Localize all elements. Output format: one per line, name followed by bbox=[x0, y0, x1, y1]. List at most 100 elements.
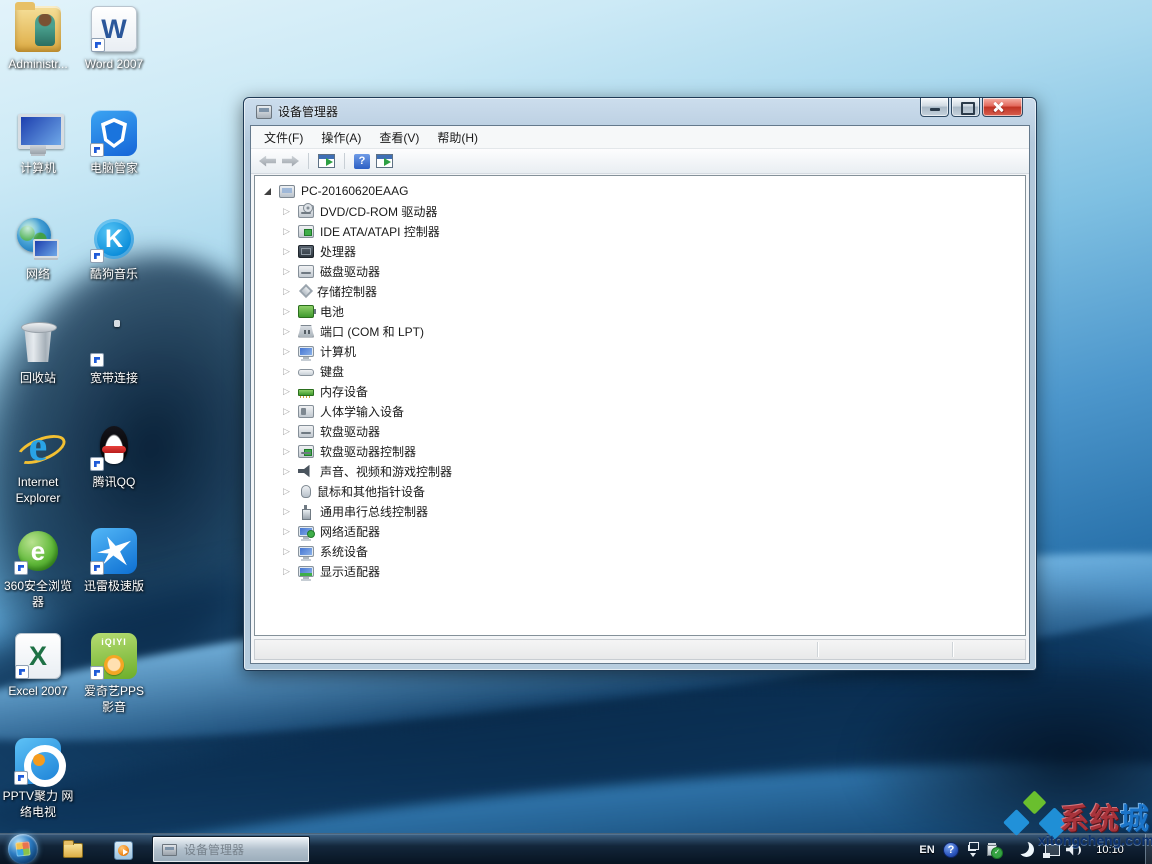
sound-icon bbox=[298, 465, 314, 478]
expand-collapsed-icon[interactable]: ▷ bbox=[283, 227, 290, 236]
show-desktop-button[interactable] bbox=[1145, 834, 1152, 864]
media-player-taskbar-button[interactable] bbox=[110, 839, 136, 861]
360-icon: e bbox=[15, 528, 61, 574]
expand-collapsed-icon[interactable]: ▷ bbox=[283, 207, 290, 216]
expand-collapsed-icon[interactable]: ▷ bbox=[283, 567, 290, 576]
device-tree-item-sys[interactable]: ▷ 系统设备 bbox=[255, 541, 1025, 561]
expand-expanded-icon[interactable] bbox=[264, 188, 271, 195]
menu-item[interactable]: 文件(F) bbox=[255, 126, 312, 149]
toolbar: ? bbox=[251, 149, 1029, 174]
clock[interactable]: 10:10 bbox=[1090, 834, 1130, 864]
network-tray-icon[interactable] bbox=[1042, 834, 1062, 864]
desktop-icon-xunlei[interactable]: 迅雷极速版 bbox=[78, 528, 150, 594]
expand-collapsed-icon[interactable]: ▷ bbox=[283, 507, 290, 516]
recycle-icon bbox=[15, 320, 61, 366]
desktop-icon-broadband[interactable]: 宽带连接 bbox=[78, 320, 150, 386]
device-tree-item-dvd[interactable]: ▷ DVD/CD-ROM 驱动器 bbox=[255, 201, 1025, 221]
expand-collapsed-icon[interactable]: ▷ bbox=[283, 407, 290, 416]
device-tree-item-monitor[interactable]: ▷ 计算机 bbox=[255, 341, 1025, 361]
desktop-icon-label: 宽带连接 bbox=[78, 370, 150, 386]
language-indicator[interactable]: EN bbox=[915, 834, 939, 864]
monitor-icon bbox=[298, 346, 314, 357]
device-tree-item-usb[interactable]: ▷ 通用串行总线控制器 bbox=[255, 501, 1025, 521]
expand-collapsed-icon[interactable]: ▷ bbox=[283, 327, 290, 336]
admin-icon bbox=[15, 6, 61, 52]
toolbar-separator bbox=[344, 153, 345, 169]
help-tray-icon[interactable]: ? bbox=[940, 834, 962, 864]
console-window-icon[interactable] bbox=[318, 154, 335, 168]
mouse-icon bbox=[301, 485, 311, 498]
clock-label: 10:10 bbox=[1096, 844, 1124, 856]
computer-icon bbox=[279, 185, 295, 198]
device-tree-item-net[interactable]: ▷ 网络适配器 bbox=[255, 521, 1025, 541]
device-tree-item-memory[interactable]: ▷ 内存设备 bbox=[255, 381, 1025, 401]
device-tree-item-keyboard[interactable]: ▷ 键盘 bbox=[255, 361, 1025, 381]
start-button[interactable] bbox=[8, 834, 38, 864]
hidden-icons-button[interactable] bbox=[964, 834, 982, 864]
menu-item[interactable]: 帮助(H) bbox=[428, 126, 487, 149]
expand-collapsed-icon[interactable]: ▷ bbox=[283, 387, 290, 396]
desktop: Administr... W Word 2007 计算机 电脑管家 网络 K 酷… bbox=[0, 0, 1152, 864]
desktop-icon-computer[interactable]: 计算机 bbox=[2, 110, 74, 176]
desktop-icon-kugou[interactable]: K 酷狗音乐 bbox=[78, 216, 150, 282]
desktop-icon-360[interactable]: e 360安全浏览器 bbox=[2, 528, 74, 610]
desktop-icon-pptv[interactable]: PPTV聚力 网络电视 bbox=[2, 738, 74, 820]
menu-bar: 文件(F)操作(A)查看(V)帮助(H) bbox=[251, 126, 1029, 149]
device-tree-item-battery[interactable]: ▷ 电池 bbox=[255, 301, 1025, 321]
show-window-icon[interactable] bbox=[376, 154, 393, 168]
expand-collapsed-icon[interactable]: ▷ bbox=[283, 547, 290, 556]
menu-item[interactable]: 查看(V) bbox=[370, 126, 428, 149]
device-tree-item-hid[interactable]: ▷ 人体学输入设备 bbox=[255, 401, 1025, 421]
expand-collapsed-icon[interactable]: ▷ bbox=[283, 467, 290, 476]
help-icon[interactable]: ? bbox=[354, 154, 370, 169]
desktop-icon-qq[interactable]: 腾讯QQ bbox=[78, 424, 150, 490]
device-tree-item-mouse[interactable]: ▷ 鼠标和其他指针设备 bbox=[255, 481, 1025, 501]
desktop-icon-excel[interactable]: X Excel 2007 bbox=[2, 633, 74, 699]
desktop-icon-ie[interactable]: e Internet Explorer bbox=[2, 424, 74, 506]
expand-collapsed-icon[interactable]: ▷ bbox=[283, 527, 290, 536]
menu-item[interactable]: 操作(A) bbox=[312, 126, 370, 149]
expand-collapsed-icon[interactable]: ▷ bbox=[283, 347, 290, 356]
expand-collapsed-icon[interactable]: ▷ bbox=[283, 287, 290, 296]
device-tree-item-floppy[interactable]: ▷ 软盘驱动器 bbox=[255, 421, 1025, 441]
device-tree-item-floppyctl[interactable]: ▷ 软盘驱动器控制器 bbox=[255, 441, 1025, 461]
device-tree-item-sound[interactable]: ▷ 声音、视频和游戏控制器 bbox=[255, 461, 1025, 481]
usb-tray-icon[interactable] bbox=[982, 834, 1004, 864]
desktop-icon-iqiyi[interactable]: iQIYI 爱奇艺PPS 影音 bbox=[78, 633, 150, 715]
device-tree-item-disk[interactable]: ▷ 磁盘驱动器 bbox=[255, 261, 1025, 281]
expand-collapsed-icon[interactable]: ▷ bbox=[283, 487, 290, 496]
expand-collapsed-icon[interactable]: ▷ bbox=[283, 247, 290, 256]
volume-tray-icon[interactable] bbox=[1064, 834, 1084, 864]
maximize-button[interactable] bbox=[951, 98, 980, 117]
floppy-icon bbox=[298, 425, 314, 438]
expand-collapsed-icon[interactable]: ▷ bbox=[283, 447, 290, 456]
desktop-icon-word[interactable]: W Word 2007 bbox=[78, 6, 150, 72]
crescent-tray-icon[interactable] bbox=[1016, 834, 1036, 864]
expand-collapsed-icon[interactable]: ▷ bbox=[283, 367, 290, 376]
display-icon bbox=[298, 566, 314, 577]
device-manager-task-button[interactable]: 设备管理器 bbox=[152, 836, 310, 863]
minimize-button[interactable] bbox=[920, 98, 949, 117]
device-tree-item-display[interactable]: ▷ 显示适配器 bbox=[255, 561, 1025, 581]
desktop-icon-guanjia[interactable]: 电脑管家 bbox=[78, 110, 150, 176]
window-titlebar[interactable]: 设备管理器 bbox=[244, 98, 1036, 125]
port-icon bbox=[298, 325, 314, 338]
desktop-icon-label: Administr... bbox=[2, 56, 74, 72]
device-tree-root[interactable]: PC-20160620EAAG bbox=[255, 181, 1025, 201]
device-tree-item-ide[interactable]: ▷ IDE ATA/ATAPI 控制器 bbox=[255, 221, 1025, 241]
expand-collapsed-icon[interactable]: ▷ bbox=[283, 267, 290, 276]
device-tree-item-port[interactable]: ▷ 端口 (COM 和 LPT) bbox=[255, 321, 1025, 341]
statusbar-divider bbox=[952, 642, 953, 657]
desktop-icon-recycle[interactable]: 回收站 bbox=[2, 320, 74, 386]
desktop-icon-admin[interactable]: Administr... bbox=[2, 6, 74, 72]
expand-collapsed-icon[interactable]: ▷ bbox=[283, 307, 290, 316]
close-button[interactable] bbox=[982, 98, 1023, 117]
forward-arrow-icon[interactable] bbox=[282, 156, 299, 167]
desktop-icon-network[interactable]: 网络 bbox=[2, 216, 74, 282]
explorer-taskbar-button[interactable] bbox=[60, 839, 86, 861]
device-tree-item-cpu[interactable]: ▷ 处理器 bbox=[255, 241, 1025, 261]
back-arrow-icon[interactable] bbox=[259, 156, 276, 167]
device-tree-item-storage[interactable]: ▷ 存储控制器 bbox=[255, 281, 1025, 301]
expand-collapsed-icon[interactable]: ▷ bbox=[283, 427, 290, 436]
device-manager-icon bbox=[256, 105, 272, 119]
